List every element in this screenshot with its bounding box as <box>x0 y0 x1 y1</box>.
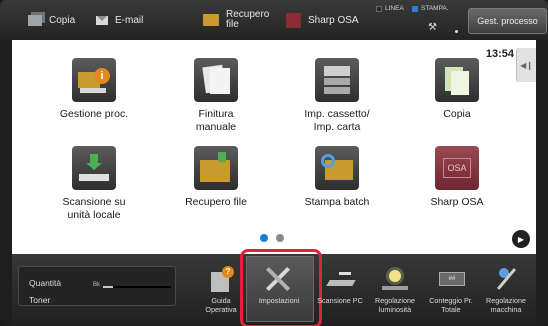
tool-conteggio-totale[interactable]: ## Conteggio Pr. Totale <box>422 254 480 326</box>
app-gestione-proc[interactable]: i Gestione proc. <box>44 58 144 121</box>
app-scansione-locale[interactable]: Scansione su unità locale <box>44 146 144 222</box>
machine-adjust-icon <box>491 266 521 292</box>
app-label: Copia <box>443 108 471 120</box>
app-copia[interactable]: Copia <box>407 58 507 121</box>
app-finitura-manuale[interactable]: Finitura manuale <box>166 58 266 134</box>
print-status-icon <box>412 5 418 12</box>
page-dot-active[interactable] <box>260 234 268 242</box>
app-label: Recupero file <box>185 196 247 208</box>
app-label: Imp. cassetto/ Imp. carta <box>304 108 370 133</box>
app-label: Scansione su unità locale <box>62 196 126 221</box>
app-imp-cassetto[interactable]: Imp. cassetto/ Imp. carta <box>287 58 387 134</box>
shortcut-copia[interactable]: Copia <box>28 0 75 40</box>
status-line: LINEA <box>376 5 404 12</box>
printer-home-screen: Copia E-mail Recupero file Sharp OSA LIN… <box>0 0 548 326</box>
app-label: Gestione proc. <box>59 108 129 120</box>
status-line-label: LINEA <box>385 5 404 12</box>
tool-label: Regolazione macchina <box>486 296 526 314</box>
job-status-button[interactable]: Gest. processo <box>468 8 547 34</box>
selection-outline <box>240 249 322 326</box>
line-status-icon <box>376 5 382 12</box>
next-page-button[interactable]: ▶ <box>512 230 530 248</box>
folder-icon <box>203 14 219 26</box>
status-print: STAMPA. <box>412 5 449 12</box>
tool-label: Scansione PC <box>317 296 363 305</box>
copy-icon <box>435 58 479 102</box>
maintenance-icon: ⚒ <box>428 22 437 33</box>
batch-print-icon <box>315 146 359 190</box>
toner-title: Quantità Toner <box>29 278 62 305</box>
toner-color-label: Bk <box>93 282 101 288</box>
osa-icon <box>286 12 301 28</box>
shortcut-sharp-osa[interactable]: Sharp OSA <box>286 0 359 40</box>
app-label: Sharp OSA <box>430 196 484 208</box>
side-panel-tab[interactable]: ◀❙ <box>516 48 536 82</box>
brightness-icon <box>380 266 410 292</box>
shortcut-email[interactable]: E-mail <box>96 0 143 40</box>
shortcut-recupero-file[interactable]: Recupero file <box>203 0 269 40</box>
app-stampa-batch[interactable]: Stampa batch <box>287 146 387 209</box>
retrieve-file-icon <box>194 146 238 190</box>
tool-label: Conteggio Pr. Totale <box>429 296 473 314</box>
indicator-dot <box>455 30 458 33</box>
finishing-icon <box>194 58 238 102</box>
app-label: Stampa batch <box>304 196 370 208</box>
shortcut-label: Copia <box>49 14 76 26</box>
sharp-osa-icon: OSA <box>435 146 479 190</box>
app-sharp-osa[interactable]: OSA Sharp OSA <box>407 146 507 209</box>
guide-icon: ? <box>206 266 236 292</box>
job-manage-icon: i <box>72 58 116 102</box>
app-label: Finitura manuale <box>195 108 237 133</box>
tool-regolazione-luminosita[interactable]: Regolazione luminosità <box>366 254 424 326</box>
app-recupero-file[interactable]: Recupero file <box>166 146 266 209</box>
home-app-grid: 13:54 ◀❙ i Gestione proc. Finitura manua… <box>12 40 536 254</box>
copy-icon <box>28 14 42 26</box>
page-dot[interactable] <box>276 234 284 242</box>
toner-level-bar <box>103 286 171 288</box>
mail-icon <box>96 15 108 25</box>
tray-settings-icon <box>315 58 359 102</box>
tool-regolazione-macchina[interactable]: Regolazione macchina <box>477 254 535 326</box>
counter-icon: ## <box>436 266 466 292</box>
pc-scan-icon <box>325 266 356 292</box>
tool-scansione-pc[interactable]: Scansione PC <box>311 254 369 326</box>
toner-status-panel: Quantità Toner Bk <box>18 266 176 306</box>
tool-label: Regolazione luminosità <box>375 296 415 314</box>
page-indicator <box>260 234 284 242</box>
status-print-label: STAMPA. <box>421 5 449 12</box>
shortcut-label: E-mail <box>115 14 144 26</box>
top-bar: Copia E-mail Recupero file Sharp OSA LIN… <box>0 0 548 40</box>
shortcut-label: Recupero file <box>226 9 270 30</box>
scan-local-icon <box>72 146 116 190</box>
shortcut-label: Sharp OSA <box>308 14 359 26</box>
toner-level-fill <box>103 286 114 288</box>
